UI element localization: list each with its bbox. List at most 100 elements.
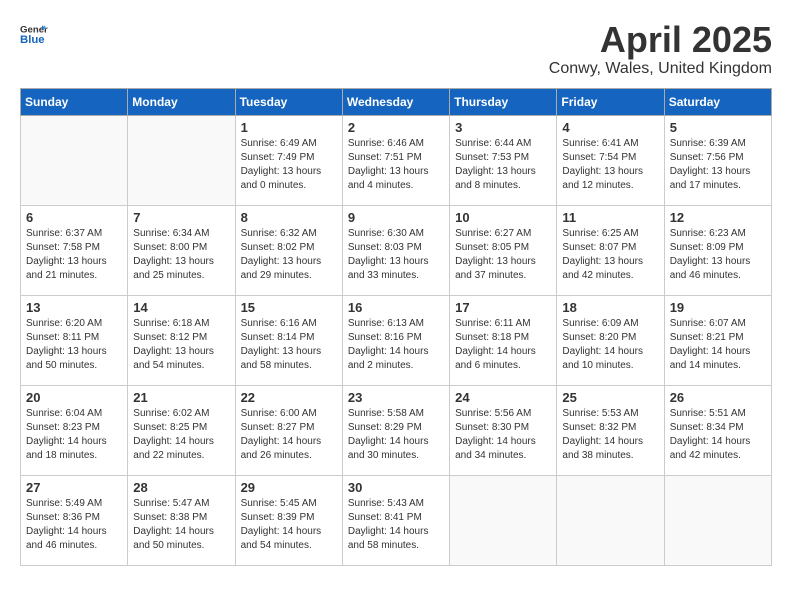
calendar-title: April 2025 xyxy=(549,20,772,60)
day-number: 9 xyxy=(348,210,444,225)
calendar-cell: 8 Sunrise: 6:32 AM Sunset: 8:02 PM Daylig… xyxy=(235,205,342,295)
weekday-header-friday: Friday xyxy=(557,88,664,115)
day-number: 8 xyxy=(241,210,337,225)
day-info: Sunrise: 6:39 AM Sunset: 7:56 PM Dayligh… xyxy=(670,137,766,193)
day-info: Sunrise: 6:00 AM Sunset: 8:27 PM Dayligh… xyxy=(241,407,337,463)
day-info: Sunrise: 6:41 AM Sunset: 7:54 PM Dayligh… xyxy=(562,137,658,193)
day-number: 7 xyxy=(133,210,229,225)
weekday-header-monday: Monday xyxy=(128,88,235,115)
day-info: Sunrise: 6:04 AM Sunset: 8:23 PM Dayligh… xyxy=(26,407,122,463)
day-info: Sunrise: 6:49 AM Sunset: 7:49 PM Dayligh… xyxy=(241,137,337,193)
day-info: Sunrise: 6:02 AM Sunset: 8:25 PM Dayligh… xyxy=(133,407,229,463)
day-info: Sunrise: 5:49 AM Sunset: 8:36 PM Dayligh… xyxy=(26,497,122,553)
day-info: Sunrise: 6:23 AM Sunset: 8:09 PM Dayligh… xyxy=(670,227,766,283)
day-info: Sunrise: 6:44 AM Sunset: 7:53 PM Dayligh… xyxy=(455,137,551,193)
calendar-cell: 29Sunrise: 5:45 AM Sunset: 8:39 PM Dayli… xyxy=(235,475,342,565)
calendar-cell: 11 Sunrise: 6:25 AM Sunset: 8:07 PM Dayli… xyxy=(557,205,664,295)
day-number: 30 xyxy=(348,480,444,495)
day-info: Sunrise: 5:58 AM Sunset: 8:29 PM Dayligh… xyxy=(348,407,444,463)
weekday-header-thursday: Thursday xyxy=(450,88,557,115)
calendar-cell: 16 Sunrise: 6:13 AM Sunset: 8:16 PM Dayli… xyxy=(342,295,449,385)
calendar-week-row: 13 Sunrise: 6:20 AM Sunset: 8:11 PM Dayli… xyxy=(21,295,772,385)
calendar-cell: 19 Sunrise: 6:07 AM Sunset: 8:21 PM Dayli… xyxy=(664,295,771,385)
calendar-cell: 21 Sunrise: 6:02 AM Sunset: 8:25 PM Dayli… xyxy=(128,385,235,475)
calendar-cell: 6Sunrise: 6:37 AM Sunset: 7:58 PM Daylig… xyxy=(21,205,128,295)
calendar-cell: 4 Sunrise: 6:41 AM Sunset: 7:54 PM Daylig… xyxy=(557,115,664,205)
day-info: Sunrise: 6:37 AM Sunset: 7:58 PM Dayligh… xyxy=(26,227,122,283)
day-info: Sunrise: 6:07 AM Sunset: 8:21 PM Dayligh… xyxy=(670,317,766,373)
calendar-cell: 3 Sunrise: 6:44 AM Sunset: 7:53 PM Daylig… xyxy=(450,115,557,205)
calendar-week-row: 6Sunrise: 6:37 AM Sunset: 7:58 PM Daylig… xyxy=(21,205,772,295)
day-number: 2 xyxy=(348,120,444,135)
day-number: 10 xyxy=(455,210,551,225)
weekday-header-wednesday: Wednesday xyxy=(342,88,449,115)
day-info: Sunrise: 5:56 AM Sunset: 8:30 PM Dayligh… xyxy=(455,407,551,463)
calendar-cell: 2Sunrise: 6:46 AM Sunset: 7:51 PM Daylig… xyxy=(342,115,449,205)
calendar-cell: 23 Sunrise: 5:58 AM Sunset: 8:29 PM Dayli… xyxy=(342,385,449,475)
calendar-cell xyxy=(128,115,235,205)
day-number: 21 xyxy=(133,390,229,405)
day-info: Sunrise: 5:53 AM Sunset: 8:32 PM Dayligh… xyxy=(562,407,658,463)
calendar-cell xyxy=(664,475,771,565)
weekday-header-tuesday: Tuesday xyxy=(235,88,342,115)
calendar-cell: 24 Sunrise: 5:56 AM Sunset: 8:30 PM Dayli… xyxy=(450,385,557,475)
calendar-cell: 17Sunrise: 6:11 AM Sunset: 8:18 PM Dayli… xyxy=(450,295,557,385)
page-header: General Blue April 2025 Conwy, Wales, Un… xyxy=(20,20,772,78)
day-number: 5 xyxy=(670,120,766,135)
day-info: Sunrise: 6:11 AM Sunset: 8:18 PM Dayligh… xyxy=(455,317,551,373)
day-info: Sunrise: 6:13 AM Sunset: 8:16 PM Dayligh… xyxy=(348,317,444,373)
calendar-cell xyxy=(450,475,557,565)
calendar-header: SundayMondayTuesdayWednesdayThursdayFrid… xyxy=(21,88,772,115)
calendar-body: 1Sunrise: 6:49 AM Sunset: 7:49 PM Daylig… xyxy=(21,115,772,565)
calendar-week-row: 20 Sunrise: 6:04 AM Sunset: 8:23 PM Dayli… xyxy=(21,385,772,475)
calendar-cell: 30 Sunrise: 5:43 AM Sunset: 8:41 PM Dayli… xyxy=(342,475,449,565)
day-number: 22 xyxy=(241,390,337,405)
day-number: 28 xyxy=(133,480,229,495)
day-number: 27 xyxy=(26,480,122,495)
day-number: 24 xyxy=(455,390,551,405)
day-info: Sunrise: 5:43 AM Sunset: 8:41 PM Dayligh… xyxy=(348,497,444,553)
calendar-cell: 25 Sunrise: 5:53 AM Sunset: 8:32 PM Dayli… xyxy=(557,385,664,475)
day-number: 23 xyxy=(348,390,444,405)
calendar-cell: 9 Sunrise: 6:30 AM Sunset: 8:03 PM Daylig… xyxy=(342,205,449,295)
title-block: April 2025 Conwy, Wales, United Kingdom xyxy=(549,20,772,78)
calendar-cell: 15Sunrise: 6:16 AM Sunset: 8:14 PM Dayli… xyxy=(235,295,342,385)
day-info: Sunrise: 6:34 AM Sunset: 8:00 PM Dayligh… xyxy=(133,227,229,283)
day-number: 19 xyxy=(670,300,766,315)
calendar-cell: 20 Sunrise: 6:04 AM Sunset: 8:23 PM Dayli… xyxy=(21,385,128,475)
day-number: 20 xyxy=(26,390,122,405)
weekday-header-sunday: Sunday xyxy=(21,88,128,115)
day-number: 4 xyxy=(562,120,658,135)
calendar-cell: 12 Sunrise: 6:23 AM Sunset: 8:09 PM Dayli… xyxy=(664,205,771,295)
day-number: 16 xyxy=(348,300,444,315)
calendar-cell: 22 Sunrise: 6:00 AM Sunset: 8:27 PM Dayli… xyxy=(235,385,342,475)
day-info: Sunrise: 5:47 AM Sunset: 8:38 PM Dayligh… xyxy=(133,497,229,553)
day-number: 18 xyxy=(562,300,658,315)
day-info: Sunrise: 6:32 AM Sunset: 8:02 PM Dayligh… xyxy=(241,227,337,283)
weekday-header-saturday: Saturday xyxy=(664,88,771,115)
svg-text:Blue: Blue xyxy=(20,34,45,46)
calendar-cell: 27 Sunrise: 5:49 AM Sunset: 8:36 PM Dayli… xyxy=(21,475,128,565)
day-number: 12 xyxy=(670,210,766,225)
calendar-week-row: 27 Sunrise: 5:49 AM Sunset: 8:36 PM Dayli… xyxy=(21,475,772,565)
calendar-cell: 7 Sunrise: 6:34 AM Sunset: 8:00 PM Daylig… xyxy=(128,205,235,295)
day-number: 25 xyxy=(562,390,658,405)
calendar-subtitle: Conwy, Wales, United Kingdom xyxy=(549,60,772,78)
day-info: Sunrise: 6:18 AM Sunset: 8:12 PM Dayligh… xyxy=(133,317,229,373)
day-number: 3 xyxy=(455,120,551,135)
calendar-cell xyxy=(21,115,128,205)
calendar-cell: 18Sunrise: 6:09 AM Sunset: 8:20 PM Dayli… xyxy=(557,295,664,385)
weekday-header-row: SundayMondayTuesdayWednesdayThursdayFrid… xyxy=(21,88,772,115)
calendar-week-row: 1Sunrise: 6:49 AM Sunset: 7:49 PM Daylig… xyxy=(21,115,772,205)
day-number: 13 xyxy=(26,300,122,315)
day-info: Sunrise: 6:30 AM Sunset: 8:03 PM Dayligh… xyxy=(348,227,444,283)
day-info: Sunrise: 6:27 AM Sunset: 8:05 PM Dayligh… xyxy=(455,227,551,283)
calendar-cell: 28 Sunrise: 5:47 AM Sunset: 8:38 PM Dayli… xyxy=(128,475,235,565)
day-number: 15 xyxy=(241,300,337,315)
day-number: 29 xyxy=(241,480,337,495)
day-number: 11 xyxy=(562,210,658,225)
day-info: Sunrise: 6:20 AM Sunset: 8:11 PM Dayligh… xyxy=(26,317,122,373)
day-info: Sunrise: 6:25 AM Sunset: 8:07 PM Dayligh… xyxy=(562,227,658,283)
calendar-cell: 14Sunrise: 6:18 AM Sunset: 8:12 PM Dayli… xyxy=(128,295,235,385)
day-number: 26 xyxy=(670,390,766,405)
